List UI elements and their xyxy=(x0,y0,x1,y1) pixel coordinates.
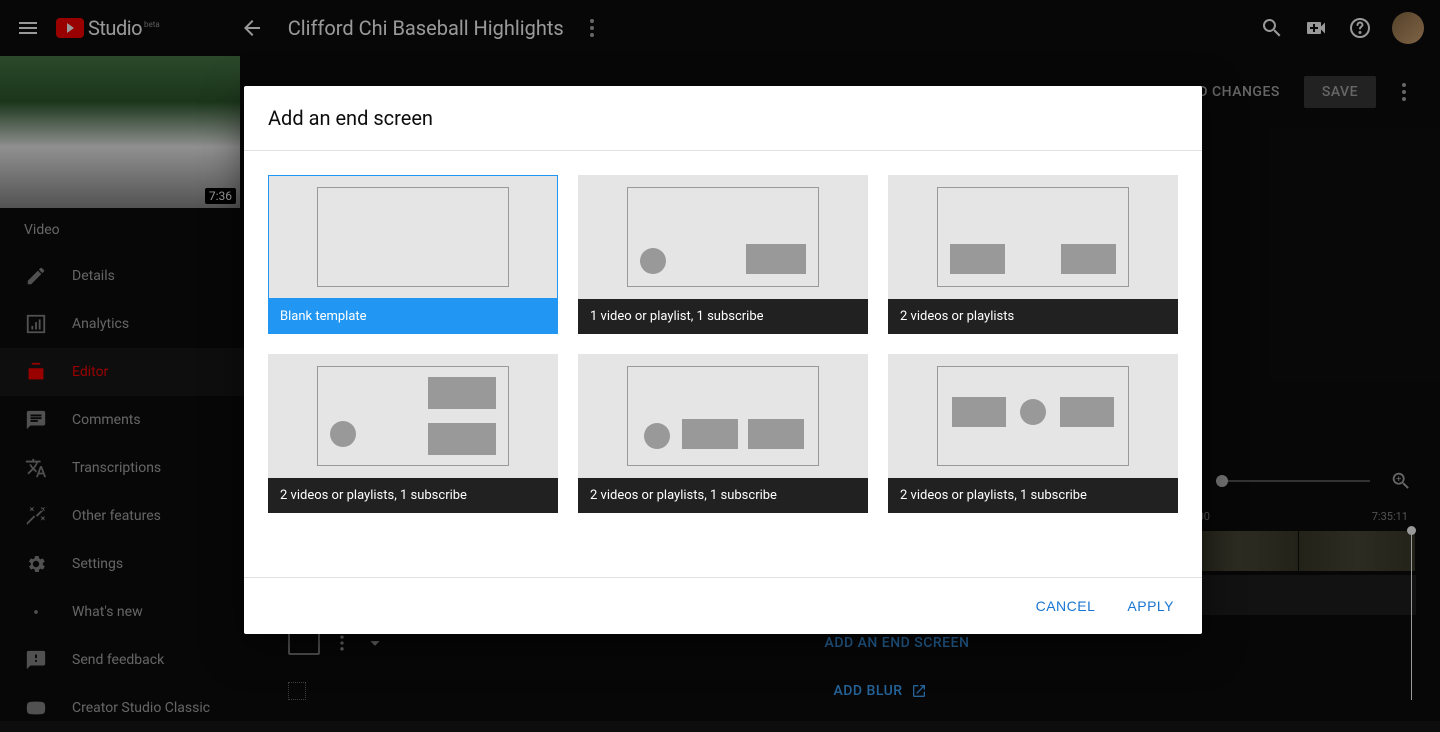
cancel-button[interactable]: CANCEL xyxy=(1032,592,1100,620)
template-2videos[interactable]: 2 videos or playlists xyxy=(888,175,1178,334)
template-2videos-1sub-a[interactable]: 2 videos or playlists, 1 subscribe xyxy=(268,354,558,513)
template-label: 1 video or playlist, 1 subscribe xyxy=(578,299,868,334)
template-1video-1sub[interactable]: 1 video or playlist, 1 subscribe xyxy=(578,175,868,334)
template-label: Blank template xyxy=(268,299,558,334)
template-2videos-1sub-c[interactable]: 2 videos or playlists, 1 subscribe xyxy=(888,354,1178,513)
modal-title: Add an end screen xyxy=(244,86,1202,151)
modal-footer: CANCEL APPLY xyxy=(244,577,1202,634)
template-label: 2 videos or playlists, 1 subscribe xyxy=(268,478,558,513)
template-grid: Blank template 1 video or playlist, 1 su… xyxy=(268,175,1178,513)
template-label: 2 videos or playlists, 1 subscribe xyxy=(578,478,868,513)
apply-button[interactable]: APPLY xyxy=(1123,592,1178,620)
template-blank[interactable]: Blank template xyxy=(268,175,558,334)
template-label: 2 videos or playlists, 1 subscribe xyxy=(888,478,1178,513)
template-2videos-1sub-b[interactable]: 2 videos or playlists, 1 subscribe xyxy=(578,354,868,513)
end-screen-modal: Add an end screen Blank template 1 video… xyxy=(244,86,1202,634)
template-label: 2 videos or playlists xyxy=(888,299,1178,334)
